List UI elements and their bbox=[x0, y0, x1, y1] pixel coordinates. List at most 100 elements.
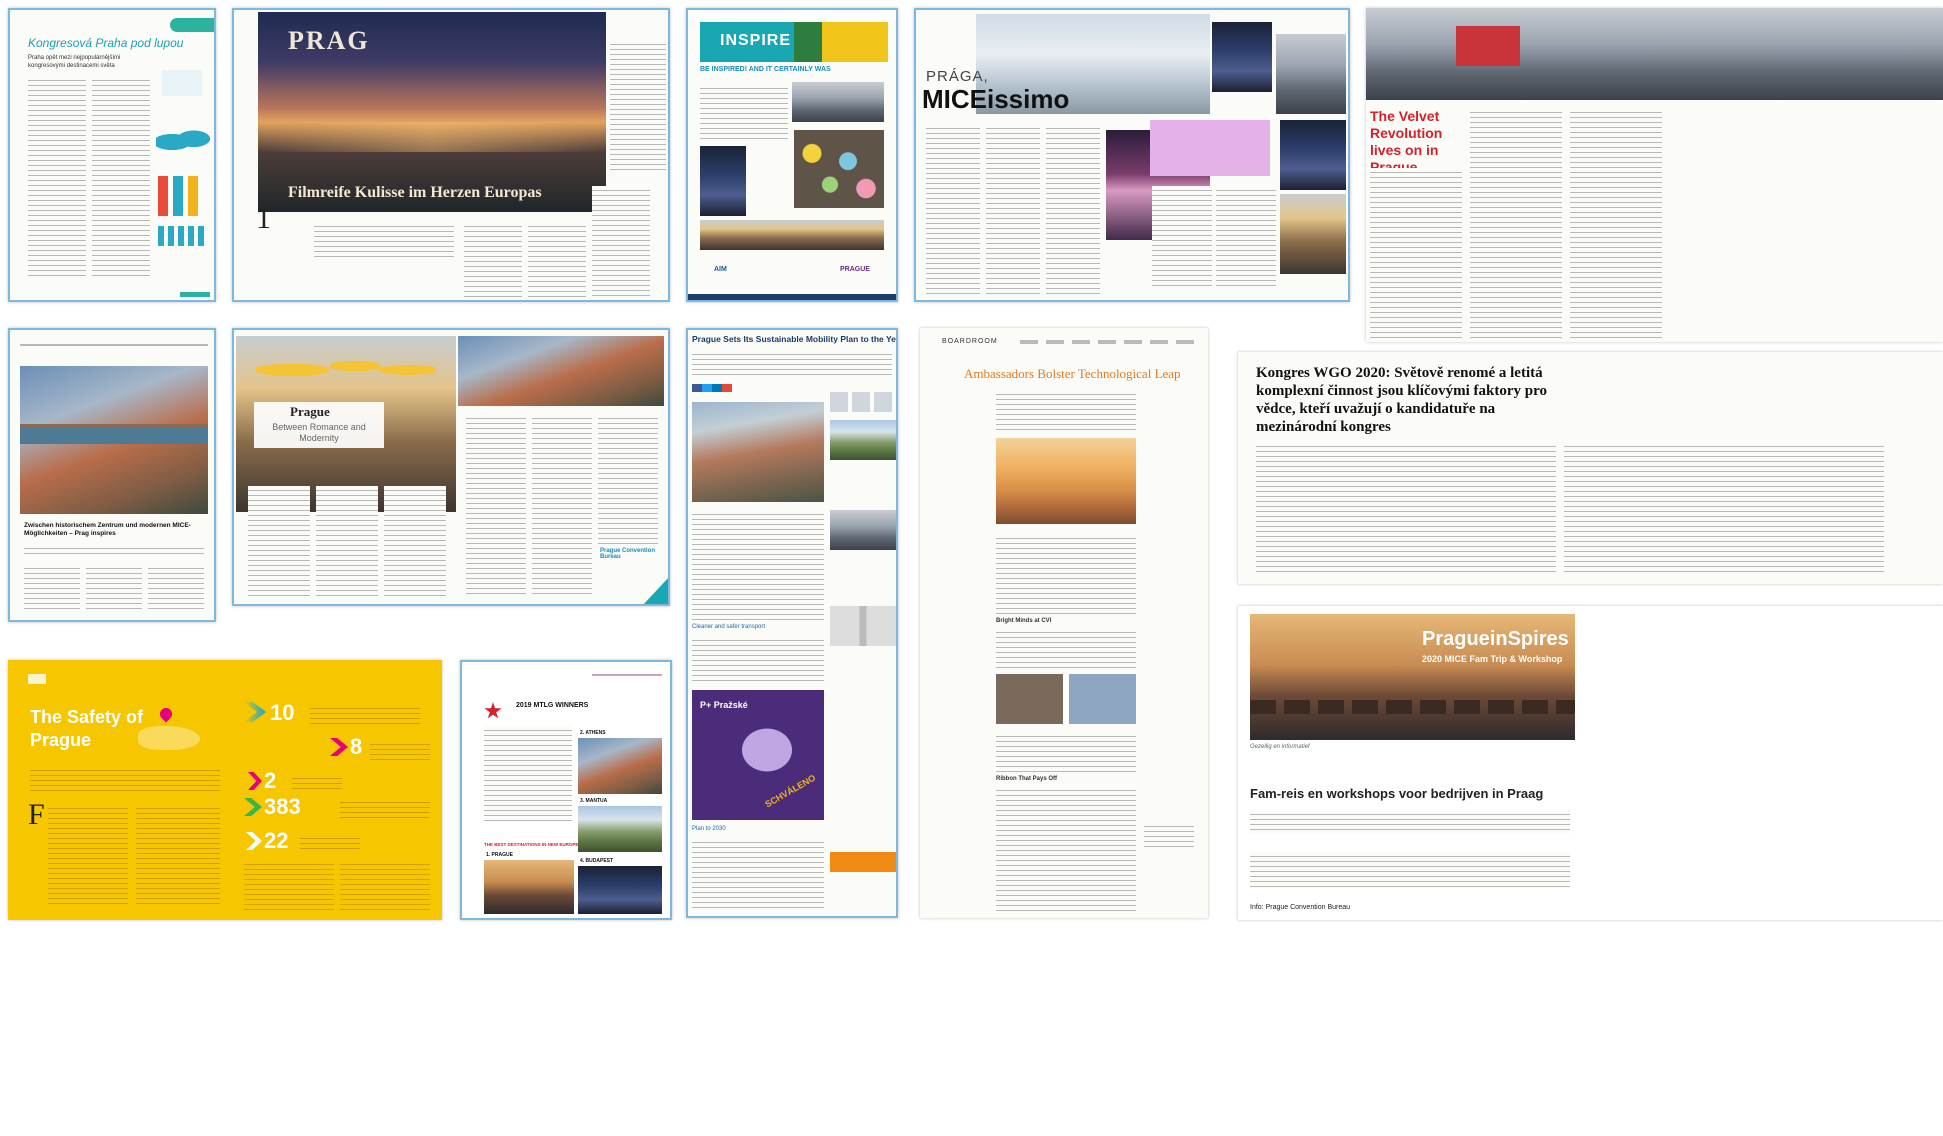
speaker-photos bbox=[996, 674, 1136, 724]
body-paragraph bbox=[1250, 852, 1570, 888]
clipping-romance-modernity: Prague Between Romance and Modernity Pra… bbox=[232, 328, 670, 606]
share-buttons bbox=[692, 384, 732, 392]
clipping-mtlg-winners: 2019 MTLG WINNERS 2. ATHENS 3. MANTUA TH… bbox=[460, 660, 672, 920]
pink-highlight-box bbox=[1150, 120, 1270, 176]
map-pin-icon bbox=[157, 705, 175, 723]
prague-photo bbox=[484, 860, 574, 914]
clipping-prag-spread: PRAG Filmreife Kulisse im Herzen Europas… bbox=[232, 8, 670, 302]
article-headline: BE INSPIRED! AND IT CERTAINLY WAS bbox=[700, 66, 831, 73]
body-text-col-2 bbox=[1470, 108, 1562, 338]
stat-2-text bbox=[370, 740, 430, 760]
budapest-photo bbox=[578, 866, 662, 914]
infographic-panel bbox=[154, 66, 212, 276]
article-headline: Zwischen historischem Zentrum und modern… bbox=[24, 522, 191, 537]
body-text-3 bbox=[692, 838, 824, 910]
body-text-col-1 bbox=[28, 76, 86, 276]
body-text-col-2 bbox=[986, 124, 1040, 294]
article-headline: Ambassadors Bolster Technological Leap bbox=[964, 366, 1181, 381]
clipping-praga-miceissimo: PRÁGA, MICEissimo bbox=[914, 8, 1350, 302]
red-banner bbox=[1456, 26, 1520, 66]
clipping-wgo-2020: Kongres WGO 2020: Světově renomé a letit… bbox=[1238, 352, 1943, 584]
stats-panel: 10 8 2 383 22 bbox=[234, 660, 442, 920]
subhead-bright: Bright Minds at CVI bbox=[996, 618, 1052, 624]
chapter-number: 1 bbox=[256, 202, 271, 235]
top-rule bbox=[20, 344, 208, 346]
stat-3-arrows bbox=[248, 772, 262, 790]
clipping-boardroom: BOARDROOM Ambassadors Bolster Technologi… bbox=[920, 328, 1208, 918]
intro-italic-text bbox=[314, 222, 454, 258]
stat-2-arrows bbox=[330, 738, 348, 756]
kicker-praga: PRÁGA, bbox=[926, 68, 989, 85]
stat-5-text bbox=[300, 834, 360, 850]
clipping-subtitle: Praha opět mezi nejpopulárnějšími kongre… bbox=[28, 55, 121, 69]
body-text-4 bbox=[996, 786, 1136, 914]
subhead-plan: Plan to 2030 bbox=[692, 826, 726, 832]
mantua-photo bbox=[578, 806, 662, 852]
body-text-col-1 bbox=[1370, 168, 1462, 338]
body-text-col-5 bbox=[1216, 186, 1276, 286]
best-destinations-badge: THE BEST DESTINATIONS IN NEW EUROPE bbox=[484, 842, 579, 847]
safety-title: The Safety of Prague bbox=[30, 707, 144, 750]
pcb-logo: Prague Convention Bureau bbox=[600, 548, 656, 560]
chart-graphic bbox=[158, 176, 208, 216]
body-text-col-4 bbox=[466, 414, 526, 598]
label-budapest: 4. BUDAPEST bbox=[580, 858, 614, 864]
clipping-kongresova-praha: Kongresová Praha pod lupou Praha opět me… bbox=[8, 8, 216, 302]
info-footer: Info: Prague Convention Bureau bbox=[1250, 904, 1351, 911]
logo-prague: PRAGUE bbox=[840, 266, 870, 273]
top-band bbox=[688, 10, 896, 20]
body-text-col-1 bbox=[1256, 442, 1556, 572]
stat-3-text bbox=[292, 774, 342, 790]
body-text-col-2 bbox=[528, 222, 586, 298]
nav-links bbox=[1020, 340, 1200, 344]
stats-body-col-2 bbox=[340, 860, 430, 910]
body-text-col-1 bbox=[926, 124, 980, 294]
stats-body-col-1 bbox=[244, 860, 334, 910]
card-title: Prague bbox=[290, 404, 330, 419]
body-text-col-1 bbox=[248, 486, 310, 598]
stat-4-value: 383 bbox=[264, 794, 301, 819]
conference-photo bbox=[1366, 8, 1943, 100]
fam-headline: Fam-reis en workshops voor bedrijven in … bbox=[1250, 786, 1544, 801]
body-text-col-4 bbox=[1152, 186, 1212, 286]
body-text-2 bbox=[692, 636, 824, 682]
sidebar-widgets bbox=[830, 392, 896, 412]
stat-1-value: 10 bbox=[270, 700, 295, 725]
footer-band bbox=[688, 294, 896, 300]
intro-text bbox=[484, 726, 572, 822]
sidebar-note bbox=[1144, 822, 1194, 848]
title-card: Prague Between Romance and Modernity bbox=[254, 402, 384, 448]
card-subtitle: Between Romance and Modernity bbox=[272, 422, 366, 443]
stat-5-arrows bbox=[246, 832, 262, 850]
body-text-col-2 bbox=[1564, 442, 1884, 572]
body-text-col-3 bbox=[148, 564, 204, 612]
body-text-col-2 bbox=[136, 804, 220, 904]
pcb-logo-mark bbox=[28, 674, 46, 684]
body-text-col-5 bbox=[532, 414, 592, 598]
post-it-notes-photo bbox=[794, 130, 884, 208]
title-miceissimo: MICEissimo bbox=[922, 84, 1070, 114]
venue-photo-2 bbox=[1276, 34, 1346, 114]
wgo-headline: Kongres WGO 2020: Světově renomé a letit… bbox=[1256, 365, 1547, 435]
body-text-left bbox=[700, 84, 788, 142]
sidebar-thumb-2 bbox=[830, 510, 896, 550]
body-text-col-1 bbox=[24, 564, 80, 612]
dropcap-f: F bbox=[28, 798, 45, 831]
body-text-col-2 bbox=[92, 76, 150, 276]
body-text-2 bbox=[996, 628, 1136, 670]
spread-headline: Filmreife Kulisse im Herzen Europas bbox=[288, 184, 542, 201]
top-rule bbox=[592, 674, 662, 676]
masthead-prag: PRAG bbox=[288, 26, 370, 55]
body-text-col-3 bbox=[1570, 108, 1662, 338]
article-headline: Prague Sets Its Sustainable Mobility Pla… bbox=[692, 334, 896, 344]
river-band bbox=[20, 428, 208, 444]
audience-photo bbox=[700, 146, 746, 216]
body-text-col-3 bbox=[1046, 124, 1100, 294]
pplus-infographic: P+ Pražské SCHVÁLENO bbox=[692, 690, 824, 820]
event-banner: INSPIRE bbox=[700, 22, 888, 62]
city-aerial-photo bbox=[692, 402, 824, 502]
pplus-badge: P+ Pražské bbox=[700, 700, 748, 710]
lead-text bbox=[24, 544, 204, 558]
body-text-col-3 bbox=[592, 186, 650, 298]
header-stripe bbox=[170, 18, 214, 32]
